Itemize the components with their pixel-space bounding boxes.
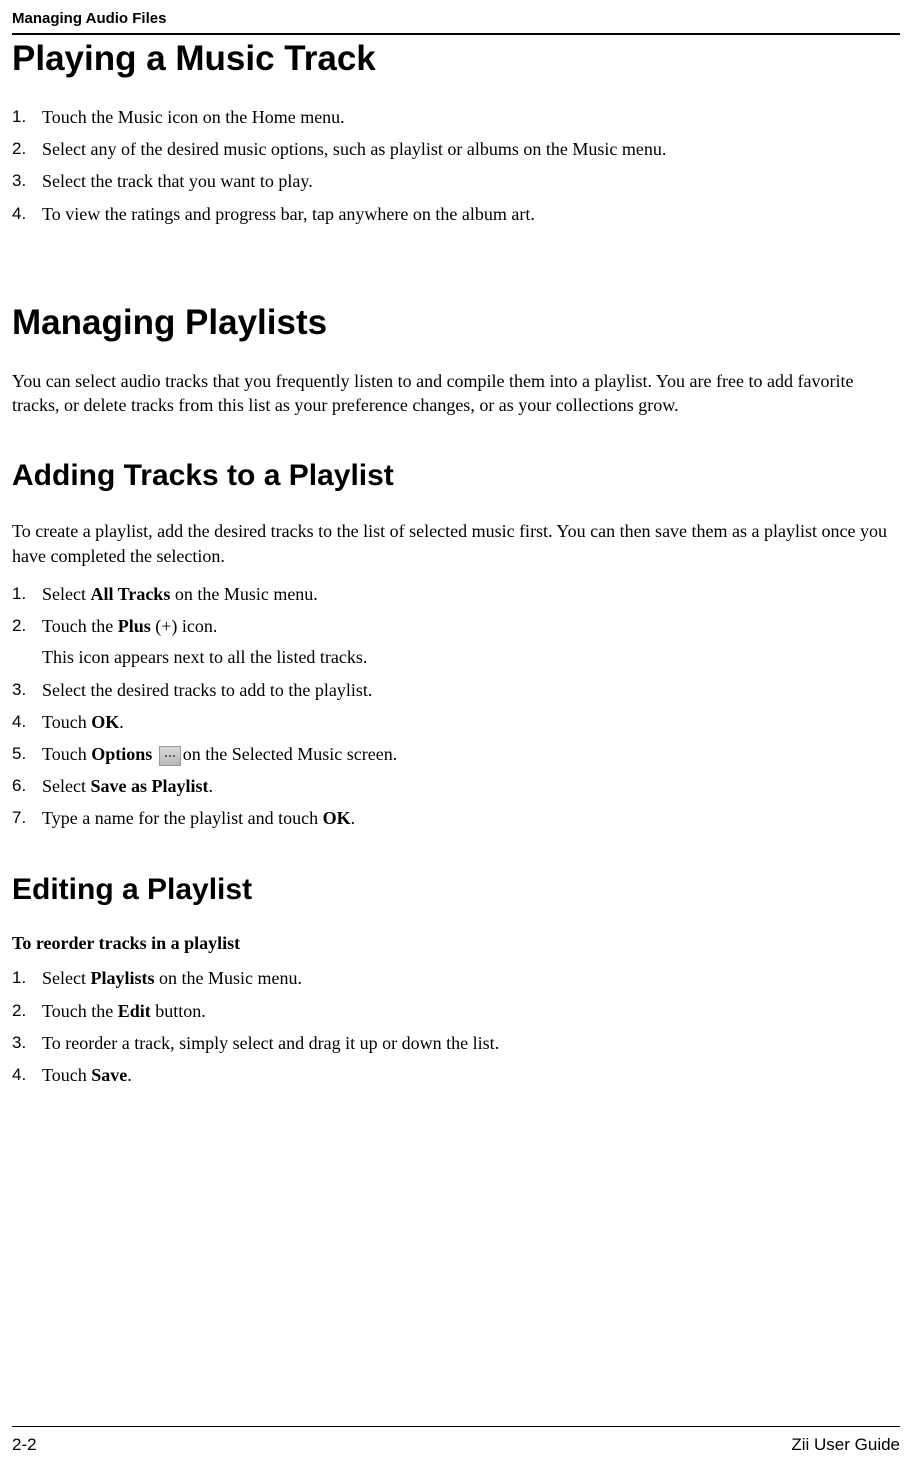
text: button. xyxy=(151,1001,206,1021)
options-icon xyxy=(159,746,181,766)
text: on the Music menu. xyxy=(170,584,317,604)
text: Touch the xyxy=(42,616,118,636)
list-item: Touch the Plus (+) icon. This icon appear… xyxy=(12,614,900,670)
bold-text: OK xyxy=(91,712,119,732)
page-header: Managing Audio Files xyxy=(12,0,900,33)
text: Select xyxy=(42,584,90,604)
bold-text: All Tracks xyxy=(90,584,170,604)
list-item: Select Save as Playlist. xyxy=(12,774,900,799)
heading-playing-music-track: Playing a Music Track xyxy=(12,39,900,79)
bold-text: OK xyxy=(323,808,351,828)
text: on the Selected Music screen. xyxy=(183,744,397,764)
list-item: To reorder a track, simply select and dr… xyxy=(12,1031,900,1056)
page-footer: 2-2 Zii User Guide xyxy=(12,1426,900,1455)
heading-managing-playlists: Managing Playlists xyxy=(12,303,900,343)
text: Select xyxy=(42,968,90,988)
text: Touch xyxy=(42,744,91,764)
list-item: Select All Tracks on the Music menu. xyxy=(12,582,900,607)
sub-text: This icon appears next to all the listed… xyxy=(42,645,900,670)
text: . xyxy=(351,808,356,828)
text: Type a name for the playlist and touch xyxy=(42,808,323,828)
page-number: 2-2 xyxy=(12,1435,37,1455)
list-item: To view the ratings and progress bar, ta… xyxy=(12,202,900,227)
paragraph: You can select audio tracks that you fre… xyxy=(12,369,900,418)
heading-adding-tracks: Adding Tracks to a Playlist xyxy=(12,459,900,493)
text: . xyxy=(119,712,124,732)
list-item: Touch the Music icon on the Home menu. xyxy=(12,105,900,130)
text: Select xyxy=(42,776,90,796)
text: . xyxy=(209,776,214,796)
bold-text: Save xyxy=(91,1065,127,1085)
text: . xyxy=(127,1065,132,1085)
list-item: Touch Save. xyxy=(12,1063,900,1088)
subheading: To reorder tracks in a playlist xyxy=(12,933,900,954)
list-item: Select the track that you want to play. xyxy=(12,169,900,194)
list-item: Select any of the desired music options,… xyxy=(12,137,900,162)
list-item: Type a name for the playlist and touch O… xyxy=(12,806,900,831)
list-item: Select the desired tracks to add to the … xyxy=(12,678,900,703)
text: (+) icon. xyxy=(151,616,218,636)
text: Touch the xyxy=(42,1001,118,1021)
list-item: Touch Options on the Selected Music scre… xyxy=(12,742,900,767)
text: Touch xyxy=(42,712,91,732)
header-divider xyxy=(12,33,900,35)
text: on the Music menu. xyxy=(155,968,302,988)
list-item: Select Playlists on the Music menu. xyxy=(12,966,900,991)
text: Touch xyxy=(42,1065,91,1085)
list-item: Touch OK. xyxy=(12,710,900,735)
bold-text: Options xyxy=(91,744,152,764)
steps-playing-music: Touch the Music icon on the Home menu. S… xyxy=(12,105,900,227)
bold-text: Plus xyxy=(118,616,151,636)
steps-editing-playlist: Select Playlists on the Music menu. Touc… xyxy=(12,966,900,1088)
bold-text: Playlists xyxy=(90,968,154,988)
bold-text: Edit xyxy=(118,1001,151,1021)
steps-adding-tracks: Select All Tracks on the Music menu. Tou… xyxy=(12,582,900,832)
heading-editing-playlist: Editing a Playlist xyxy=(12,873,900,907)
paragraph: To create a playlist, add the desired tr… xyxy=(12,519,900,568)
footer-divider xyxy=(12,1426,900,1427)
guide-name: Zii User Guide xyxy=(791,1435,900,1455)
list-item: Touch the Edit button. xyxy=(12,999,900,1024)
bold-text: Save as Playlist xyxy=(90,776,208,796)
